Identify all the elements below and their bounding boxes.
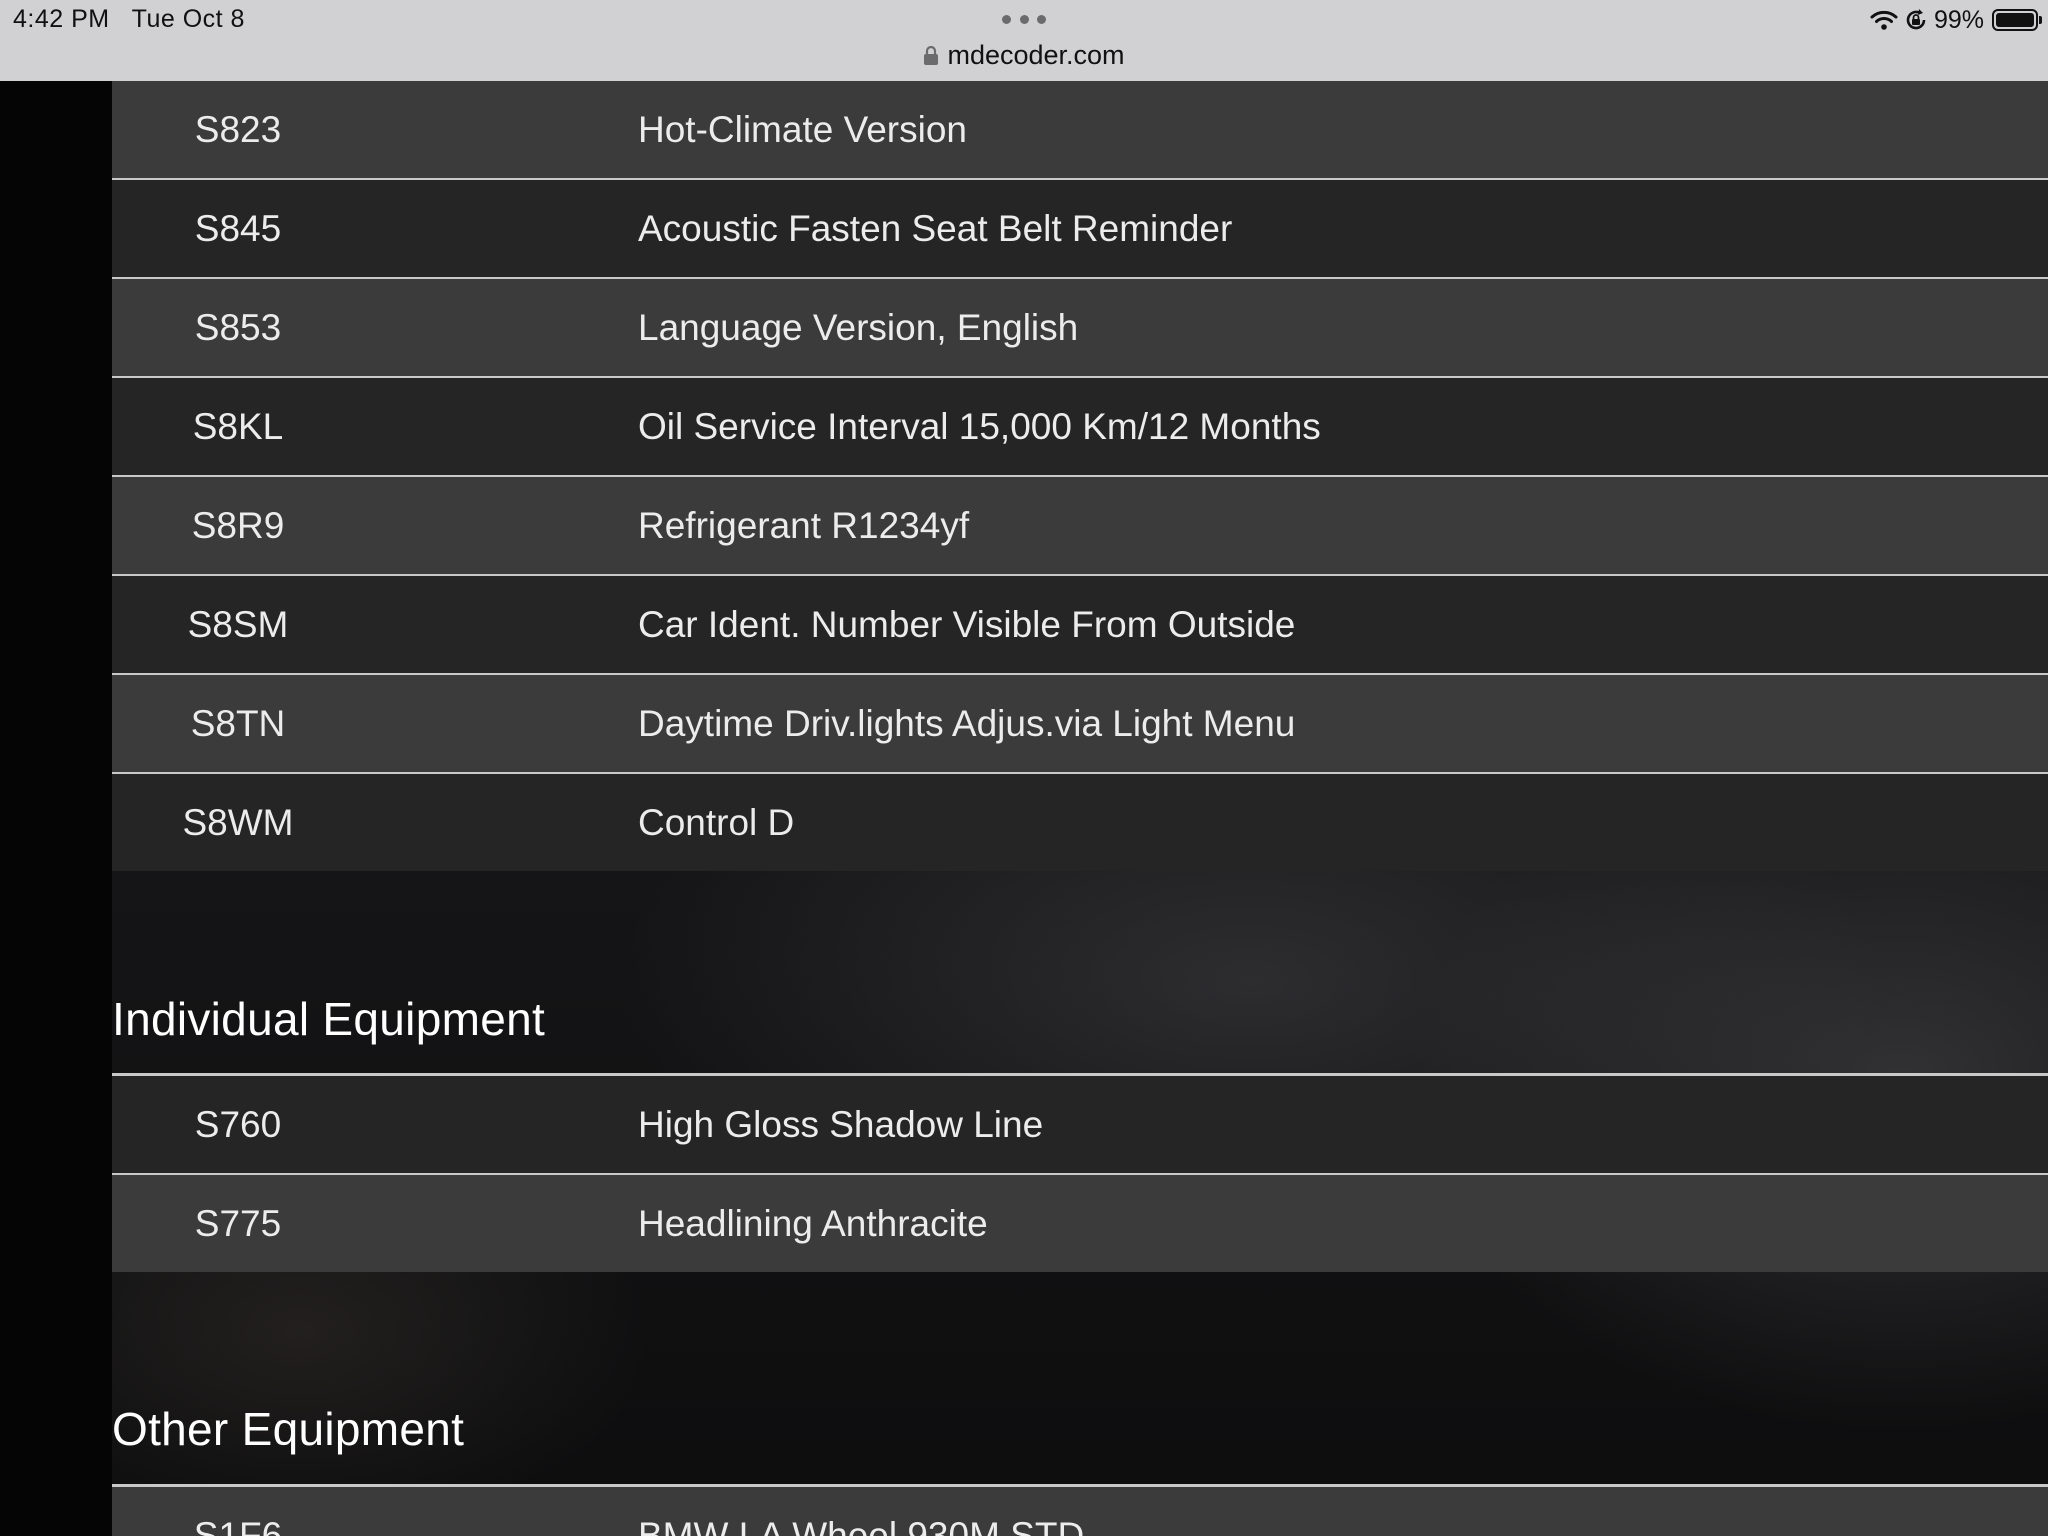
table-row: S8WM Control D [112, 774, 2048, 871]
wifi-icon [1870, 10, 1898, 30]
table-row: S775 Headlining Anthracite [112, 1175, 2048, 1272]
option-code: S8KL [192, 406, 284, 447]
option-code: S1F6 [193, 1515, 283, 1536]
options-table-other: S1F6 BMW LA Wheel 930M STD [112, 1487, 2048, 1536]
option-description: Refrigerant R1234yf [638, 505, 970, 546]
options-table-previous: S823 Hot-Climate Version S845 Acoustic F… [112, 81, 2048, 871]
section-title-individual-equipment: Individual Equipment [112, 993, 546, 1045]
option-description: Car Ident. Number Visible From Outside [638, 604, 1296, 645]
option-code: S823 [194, 109, 282, 150]
option-code: S853 [194, 307, 282, 348]
table-row: S8TN Daytime Driv.lights Adjus.via Light… [112, 675, 2048, 774]
status-indicators: 99% [1870, 5, 2042, 35]
option-description: Oil Service Interval 15,000 Km/12 Months [638, 406, 1321, 447]
battery-percent: 99% [1933, 5, 1984, 34]
status-clock: 4:42 PM Tue Oct 8 [13, 5, 267, 34]
option-description: Daytime Driv.lights Adjus.via Light Menu [638, 703, 1296, 744]
option-code: S8R9 [191, 505, 285, 546]
status-date: Tue Oct 8 [131, 5, 245, 33]
option-code: S845 [194, 208, 282, 249]
table-row: S823 Hot-Climate Version [112, 81, 2048, 180]
table-row: S853 Language Version, English [112, 279, 2048, 378]
option-code: S8TN [190, 703, 286, 744]
status-time: 4:42 PM [13, 5, 110, 33]
option-description: Language Version, English [638, 307, 1079, 348]
orientation-lock-icon [1906, 9, 1926, 30]
table-row: S1F6 BMW LA Wheel 930M STD [112, 1487, 2048, 1536]
lock-icon [924, 46, 939, 65]
table-row: S8R9 Refrigerant R1234yf [112, 477, 2048, 576]
table-row: S845 Acoustic Fasten Seat Belt Reminder [112, 180, 2048, 279]
option-description: Acoustic Fasten Seat Belt Reminder [638, 208, 1233, 249]
options-table-individual: S760 High Gloss Shadow Line S775 Headlin… [112, 1076, 2048, 1272]
table-row: S760 High Gloss Shadow Line [112, 1076, 2048, 1175]
page-left-margin [0, 81, 112, 1536]
more-dots-icon[interactable] [1002, 15, 1046, 25]
option-description: Headlining Anthracite [638, 1203, 988, 1244]
option-description: Hot-Climate Version [638, 109, 968, 150]
option-description: High Gloss Shadow Line [638, 1104, 1044, 1145]
url-text: mdecoder.com [947, 40, 1125, 70]
table-row: S8SM Car Ident. Number Visible From Outs… [112, 576, 2048, 675]
option-code: S760 [194, 1104, 282, 1145]
battery-fill [1996, 13, 2034, 27]
table-row: S8KL Oil Service Interval 15,000 Km/12 M… [112, 378, 2048, 477]
option-code: S8WM [182, 802, 294, 843]
option-code: S8SM [187, 604, 289, 645]
option-code: S775 [194, 1203, 282, 1244]
option-description: BMW LA Wheel 930M STD [638, 1515, 1085, 1536]
browser-top-bar: 4:42 PM Tue Oct 8 mdecoder.com 99% [0, 0, 2048, 81]
page-content[interactable]: S823 Hot-Climate Version S845 Acoustic F… [0, 81, 2048, 1536]
address-bar[interactable]: mdecoder.com [0, 40, 2048, 71]
option-description: Control D [638, 802, 795, 843]
section-title-other-equipment: Other Equipment [112, 1403, 465, 1455]
battery-icon [1992, 9, 2042, 31]
